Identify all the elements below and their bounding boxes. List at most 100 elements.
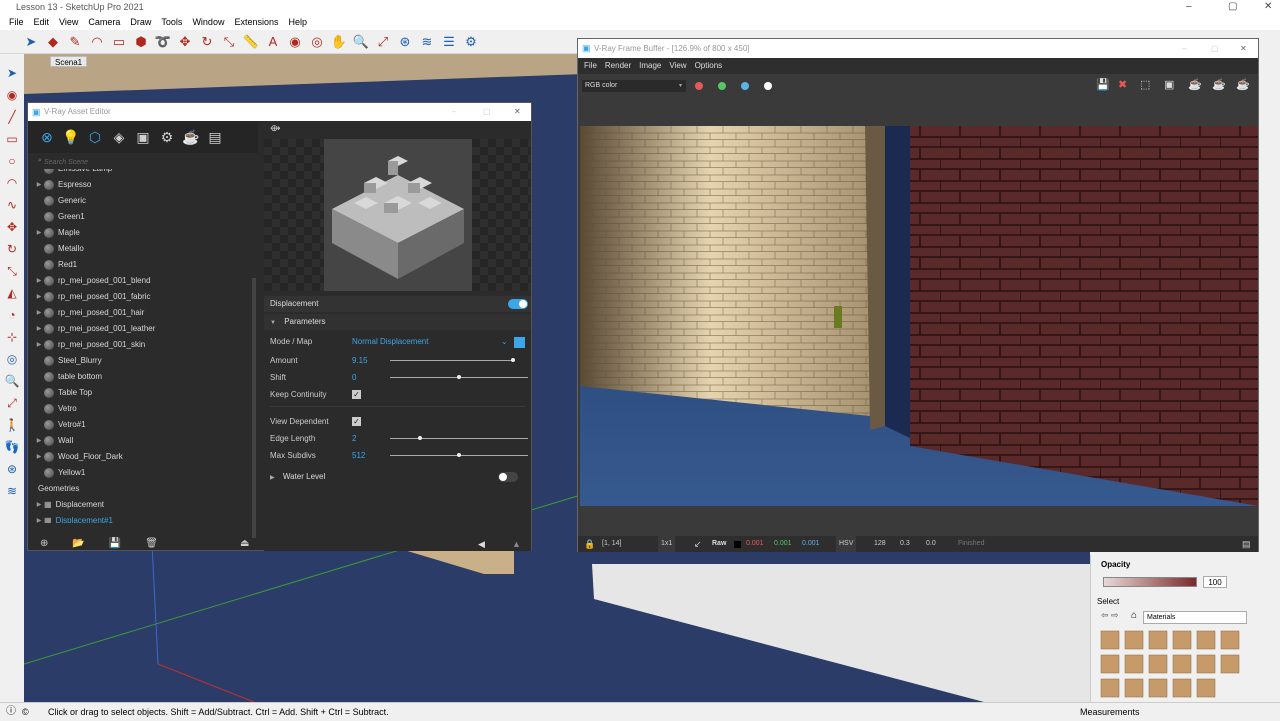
vray-settings-icon[interactable]: ≋ bbox=[3, 482, 21, 500]
protractor-icon[interactable]: ◔ bbox=[3, 306, 21, 324]
material-list-item[interactable]: Emissive Lamp bbox=[34, 169, 260, 177]
material-list-item[interactable]: Generic bbox=[34, 193, 260, 209]
chevron-down-icon[interactable]: ⌄ bbox=[501, 333, 508, 350]
materials-dropdown[interactable]: Materials bbox=[1143, 611, 1247, 624]
material-list-item[interactable]: ▶ Wall bbox=[34, 433, 260, 449]
vfb-menu-file[interactable]: File bbox=[584, 58, 597, 74]
expand-arrow-icon[interactable]: ▶ bbox=[34, 449, 44, 465]
menu-camera[interactable]: Camera bbox=[83, 14, 125, 30]
rotate-icon[interactable]: ↻ bbox=[198, 33, 216, 51]
geometry-list-item[interactable]: ▶ ▦ Displacement#1 bbox=[34, 513, 260, 523]
frame-buffer-icon[interactable]: ▤ bbox=[206, 128, 224, 146]
amount-input[interactable]: 9.15 bbox=[352, 352, 368, 369]
track-mouse-icon[interactable]: ▣ bbox=[1164, 78, 1174, 91]
parameters-header[interactable]: ▼ Parameters bbox=[264, 314, 531, 330]
log-icon[interactable]: ▤ bbox=[1242, 536, 1251, 552]
credits-icon[interactable]: © bbox=[22, 703, 29, 721]
material-list-item[interactable]: Yellow1 bbox=[34, 465, 260, 481]
opacity-input[interactable]: 100 bbox=[1203, 576, 1227, 588]
materials-tab-icon[interactable]: ⊗ bbox=[38, 128, 56, 146]
close-button[interactable]: ✕ bbox=[1264, 0, 1272, 14]
purge-icon[interactable]: ⏏ bbox=[240, 538, 249, 549]
vfb-menu-options[interactable]: Options bbox=[695, 58, 723, 74]
expand-arrow-icon[interactable]: ▶ bbox=[34, 513, 44, 523]
geometry-tab-icon[interactable]: ⬡ bbox=[86, 128, 104, 146]
menu-window[interactable]: Window bbox=[187, 14, 229, 30]
pencil-icon[interactable]: ✎ bbox=[66, 33, 84, 51]
water-level-header[interactable]: ▶ Water Level bbox=[264, 469, 531, 485]
footprint-icon[interactable]: 👣 bbox=[3, 438, 21, 456]
add-asset-icon[interactable]: ⊕ bbox=[40, 538, 48, 549]
vfb-minimize-button[interactable]: – bbox=[1182, 39, 1186, 58]
displacement-toggle[interactable] bbox=[508, 299, 528, 309]
blue-channel-icon[interactable] bbox=[741, 82, 749, 90]
ae-close-button[interactable]: ✕ bbox=[514, 103, 521, 121]
menu-extensions[interactable]: Extensions bbox=[229, 14, 283, 30]
material-list-item[interactable]: Vetro bbox=[34, 401, 260, 417]
home-icon[interactable]: ⌂ bbox=[1131, 610, 1137, 621]
eraser-icon[interactable]: ◆ bbox=[44, 33, 62, 51]
rectangle-tool-icon[interactable]: ▭ bbox=[3, 130, 21, 148]
material-list-item[interactable]: ▶ Espresso bbox=[34, 177, 260, 193]
zoom-window-icon[interactable]: ⤢ bbox=[3, 394, 21, 412]
lock-icon[interactable]: 🔒 bbox=[584, 536, 595, 552]
lights-tab-icon[interactable]: 💡 bbox=[62, 128, 80, 146]
expand-arrow-icon[interactable]: ▶ bbox=[34, 225, 44, 241]
paint-icon[interactable]: ◉ bbox=[3, 86, 21, 104]
vfb-maximize-button[interactable]: ▢ bbox=[1211, 39, 1219, 58]
back-forward-icon[interactable]: ⇦ ⇨ bbox=[1101, 610, 1119, 621]
zoom-extents-icon[interactable]: ⤢ bbox=[374, 33, 392, 51]
green-channel-icon[interactable] bbox=[718, 82, 726, 90]
save-icon[interactable]: 💾 bbox=[109, 538, 121, 549]
edge-length-slider[interactable] bbox=[390, 438, 528, 439]
alpha-channel-icon[interactable] bbox=[764, 82, 772, 90]
settings-tab-icon[interactable]: ⚙ bbox=[158, 128, 176, 146]
picker-icon[interactable]: ↙ bbox=[694, 536, 702, 552]
zoom-icon[interactable]: 🔍 bbox=[352, 33, 370, 51]
keep-continuity-checkbox[interactable]: ✓ bbox=[352, 390, 361, 399]
tape-icon[interactable]: ◭ bbox=[3, 284, 21, 302]
vray-interactive-icon[interactable]: ≋ bbox=[418, 33, 436, 51]
vray-asset-editor-icon[interactable]: ⚙ bbox=[462, 33, 480, 51]
text-icon[interactable]: A bbox=[264, 33, 282, 51]
material-list-item[interactable]: ▶ rp_mei_posed_001_blend bbox=[34, 273, 260, 289]
edge-length-input[interactable]: 2 bbox=[352, 430, 356, 447]
material-list-item[interactable]: Vetro#1 bbox=[34, 417, 260, 433]
geometry-list-item[interactable]: ▶ ▦ Displacement bbox=[34, 497, 260, 513]
walk-icon[interactable]: 🚶 bbox=[3, 416, 21, 434]
expand-arrow-icon[interactable]: ▶ bbox=[34, 497, 44, 513]
menu-tools[interactable]: Tools bbox=[156, 14, 187, 30]
freehand-icon[interactable]: ∿ bbox=[3, 196, 21, 214]
collapse-panel-icon[interactable]: ⟴ bbox=[270, 123, 280, 134]
material-list-item[interactable]: Green1 bbox=[34, 209, 260, 225]
up-arrow-icon[interactable]: ▲ bbox=[512, 539, 521, 549]
material-list-item[interactable]: ▶ rp_mei_posed_001_fabric bbox=[34, 289, 260, 305]
pan-icon[interactable]: ✋ bbox=[330, 33, 348, 51]
select-tool-icon[interactable]: ➤ bbox=[22, 33, 40, 51]
minimize-button[interactable]: – bbox=[1186, 0, 1192, 14]
material-list-item[interactable]: Steel_Blurry bbox=[34, 353, 260, 369]
material-list-item[interactable]: Table Top bbox=[34, 385, 260, 401]
region-render-icon[interactable]: ⬚ bbox=[1140, 78, 1150, 91]
water-level-toggle[interactable] bbox=[498, 472, 518, 482]
material-list-item[interactable]: table bottom bbox=[34, 369, 260, 385]
expand-arrow-icon[interactable]: ▶ bbox=[34, 321, 44, 337]
shift-input[interactable]: 0 bbox=[352, 369, 356, 386]
render-elements-tab-icon[interactable]: ▣ bbox=[134, 128, 152, 146]
vfb-menu-render[interactable]: Render bbox=[605, 58, 631, 74]
clear-image-icon[interactable]: ✖ bbox=[1118, 78, 1127, 91]
asset-list-scrollbar[interactable] bbox=[252, 278, 256, 538]
scale-tool-icon[interactable]: ⤡ bbox=[3, 262, 21, 280]
menu-help[interactable]: Help bbox=[283, 14, 312, 30]
material-list-item[interactable]: ▶ rp_mei_posed_001_hair bbox=[34, 305, 260, 321]
vray-render-icon[interactable]: ⊛ bbox=[396, 33, 414, 51]
vray-layers-icon[interactable]: ☰ bbox=[440, 33, 458, 51]
expand-arrow-icon[interactable]: ▶ bbox=[34, 273, 44, 289]
back-arrow-icon[interactable]: ◀ bbox=[478, 539, 485, 550]
zoom-tool-icon[interactable]: 🔍 bbox=[3, 372, 21, 390]
stop-render-icon[interactable]: ☕ bbox=[1212, 78, 1226, 91]
view-dependent-checkbox[interactable]: ✓ bbox=[352, 417, 361, 426]
channel-dropdown[interactable]: RGB color ▾ bbox=[582, 80, 686, 92]
circle-icon[interactable]: ○ bbox=[3, 152, 21, 170]
menu-draw[interactable]: Draw bbox=[125, 14, 156, 30]
